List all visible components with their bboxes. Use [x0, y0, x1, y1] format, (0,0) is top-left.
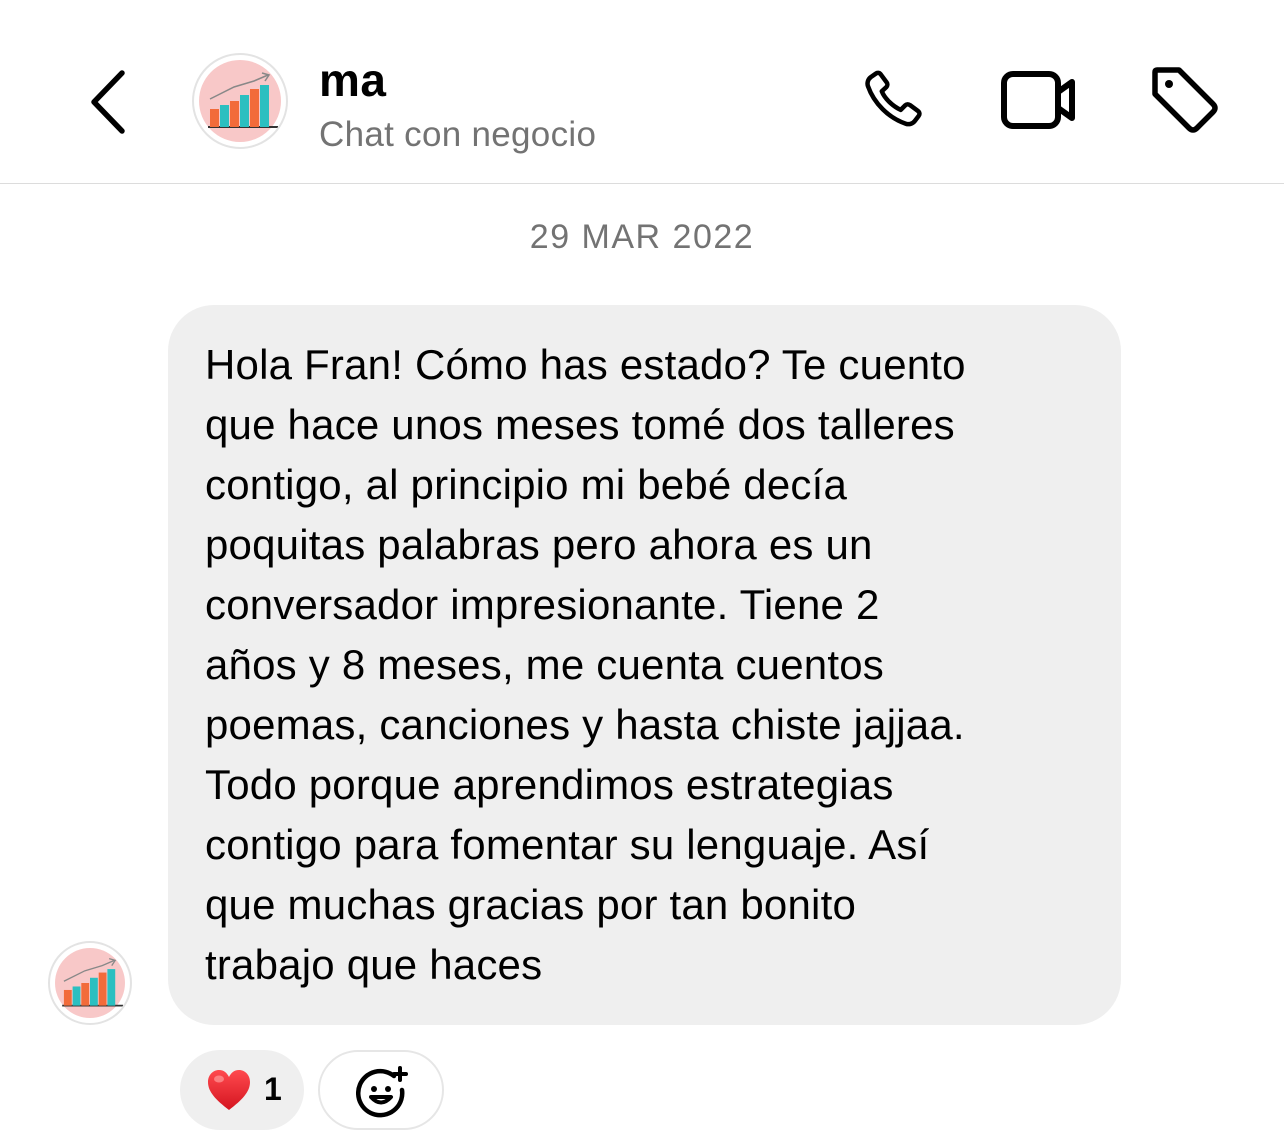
message-line: poquitas palabras pero ahora es un — [205, 521, 873, 568]
back-button[interactable] — [78, 62, 138, 142]
video-call-button[interactable] — [998, 60, 1078, 140]
message-text: Hola Fran! Cómo has estado? Te cuento qu… — [205, 335, 1105, 995]
message-line: Hola Fran! Cómo has estado? Te cuento — [205, 341, 966, 388]
avatar[interactable] — [192, 53, 288, 149]
message-line: que muchas gracias por tan bonito — [205, 881, 856, 928]
chat-header: ma Chat con negocio — [0, 0, 1284, 184]
chevron-left-icon — [91, 70, 125, 134]
chart-logo-icon — [62, 958, 124, 1007]
message-line: Todo porque aprendimos estrategias — [205, 761, 894, 808]
message-line: que hace unos meses tomé dos talleres — [205, 401, 955, 448]
reaction-count: 1 — [264, 1071, 282, 1107]
phone-icon — [865, 70, 922, 127]
add-reaction-button[interactable] — [318, 1050, 444, 1130]
tag-button[interactable] — [1145, 60, 1225, 140]
heart-icon — [208, 1070, 250, 1110]
message-bubble[interactable]: Hola Fran! Cómo has estado? Te cuento qu… — [168, 305, 1121, 1025]
date-separator: 29 MAR 2022 — [529, 218, 755, 256]
call-button[interactable] — [852, 60, 932, 140]
message-line: años y 8 meses, me cuenta cuentos — [205, 641, 884, 688]
message-line: trabajo que haces — [205, 941, 543, 988]
chart-logo-icon — [208, 72, 278, 128]
chat-subtitle: Chat con negocio — [319, 115, 597, 154]
add-emoji-icon — [356, 1066, 408, 1118]
message-line: contigo, al principio mi bebé decía — [205, 461, 848, 508]
sender-avatar[interactable] — [48, 941, 132, 1025]
message-line: conversador impresionante. Tiene 2 — [205, 581, 880, 628]
tag-icon — [1152, 67, 1218, 133]
message-line: poemas, canciones y hasta chiste jajjaa. — [205, 701, 965, 748]
heart-reaction-pill[interactable]: 1 — [180, 1050, 304, 1130]
chat-title[interactable]: ma — [319, 54, 386, 106]
video-camera-icon — [1001, 71, 1075, 129]
message-line: contigo para fomentar su lenguaje. Así — [205, 821, 930, 868]
